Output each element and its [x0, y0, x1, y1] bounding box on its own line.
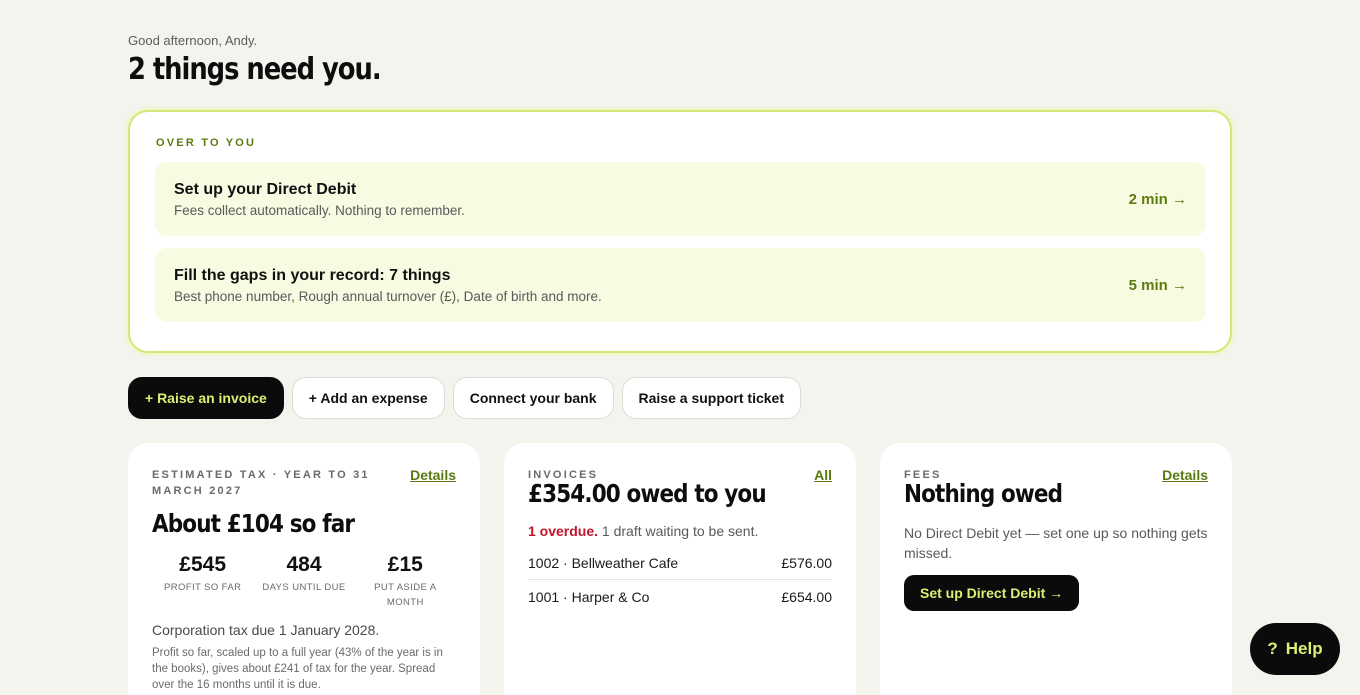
task-text: Fill the gaps in your record: 7 things B… — [174, 266, 602, 305]
stat-value: £15 — [387, 553, 423, 576]
task-fill-gaps[interactable]: Fill the gaps in your record: 7 things B… — [155, 248, 1206, 322]
tax-headline: About £104 so far — [152, 509, 355, 538]
tax-due-note: Corporation tax due 1 January 2028. — [152, 622, 380, 638]
task-title: Fill the gaps in your record: 7 things — [174, 266, 451, 284]
invoice-row[interactable]: 1001 · Harper & Co £654.00 — [528, 580, 832, 613]
fees-text: No Direct Debit yet — set one up so noth… — [904, 525, 1208, 561]
invoice-amount: £654.00 — [781, 588, 832, 605]
stat-profit: £545 PROFIT SO FAR — [152, 553, 253, 610]
fees-details-link[interactable]: Details — [1162, 467, 1208, 483]
draft-note: 1 draft waiting to be sent. — [601, 523, 759, 539]
task-direct-debit[interactable]: Set up your Direct Debit Fees collect au… — [155, 162, 1206, 236]
tax-eyebrow: ESTIMATED TAX · YEAR TO 31 MARCH 2027 — [152, 469, 370, 497]
help-button[interactable]: ? Help — [1250, 623, 1340, 675]
summary-cards: ESTIMATED TAX · YEAR TO 31 MARCH 2027 De… — [128, 443, 1232, 695]
task-subtitle: Best phone number, Rough annual turnover… — [174, 288, 602, 304]
tax-stats: £545 PROFIT SO FAR 484 DAYS UNTIL DUE £1… — [152, 553, 456, 610]
invoice-row[interactable]: 1002 · Bellweather Cafe £576.00 — [528, 547, 832, 580]
task-title: Set up your Direct Debit — [174, 180, 357, 198]
invoice-ref: 1002 · Bellweather Cafe — [528, 555, 679, 571]
overdue-count[interactable]: 1 overdue. — [528, 523, 598, 539]
invoice-amount: £576.00 — [781, 555, 832, 571]
invoices-headline: £354.00 owed to you — [528, 479, 767, 508]
stat-label: PUT ASIDE A MONTH — [374, 582, 437, 608]
invoice-list: 1002 · Bellweather Cafe £576.00 1001 · H… — [528, 547, 832, 613]
help-icon: ? — [1267, 639, 1278, 658]
task-subtitle: Fees collect automatically. Nothing to r… — [174, 202, 465, 218]
invoices-all-link[interactable]: All — [814, 467, 832, 483]
tax-details-link[interactable]: Details — [410, 467, 456, 483]
support-ticket-button[interactable]: Raise a support ticket — [621, 377, 802, 419]
stat-days: 484 DAYS UNTIL DUE — [253, 553, 354, 610]
task-time: 5 min → — [1128, 276, 1187, 294]
quick-actions: + Raise an invoice + Add an expense Conn… — [128, 377, 1232, 419]
add-expense-button[interactable]: + Add an expense — [291, 377, 445, 419]
invoice-ref: 1001 · Harper & Co — [528, 588, 650, 605]
task-text: Set up your Direct Debit Fees collect au… — [174, 180, 465, 219]
task-time: 2 min → — [1128, 190, 1187, 208]
stat-label: PROFIT SO FAR — [163, 582, 242, 593]
stat-value: £545 — [179, 553, 227, 576]
tax-card-head: ESTIMATED TAX · YEAR TO 31 MARCH 2027 De… — [152, 467, 456, 499]
invoice-status: 1 overdue. 1 draft waiting to be sent. — [528, 523, 832, 539]
setup-direct-debit-button[interactable]: Set up Direct Debit → — [904, 575, 1080, 611]
invoices-card: INVOICES All £354.00 owed to you 1 overd… — [504, 443, 856, 695]
raise-invoice-button[interactable]: + Raise an invoice — [128, 377, 284, 419]
stat-put-aside: £15 PUT ASIDE A MONTH — [355, 553, 456, 610]
tax-card: ESTIMATED TAX · YEAR TO 31 MARCH 2027 De… — [128, 443, 480, 695]
fees-headline: Nothing owed — [904, 479, 1063, 508]
connect-bank-button[interactable]: Connect your bank — [452, 377, 614, 419]
tax-explanation: Profit so far, scaled up to a full year … — [152, 647, 443, 691]
todo-label: OVER TO YOU — [156, 137, 257, 149]
todo-panel: OVER TO YOU Set up your Direct Debit Fee… — [128, 110, 1232, 353]
stat-label: DAYS UNTIL DUE — [262, 582, 346, 593]
page-title: 2 things need you. — [128, 52, 382, 87]
dashboard: Good afternoon, Andy. 2 things need you.… — [128, 33, 1232, 695]
help-label: Help — [1285, 639, 1323, 658]
fees-card: FEES Details Nothing owed No Direct Debi… — [880, 443, 1232, 695]
stat-value: 484 — [286, 553, 322, 576]
greeting: Good afternoon, Andy. — [128, 33, 258, 48]
